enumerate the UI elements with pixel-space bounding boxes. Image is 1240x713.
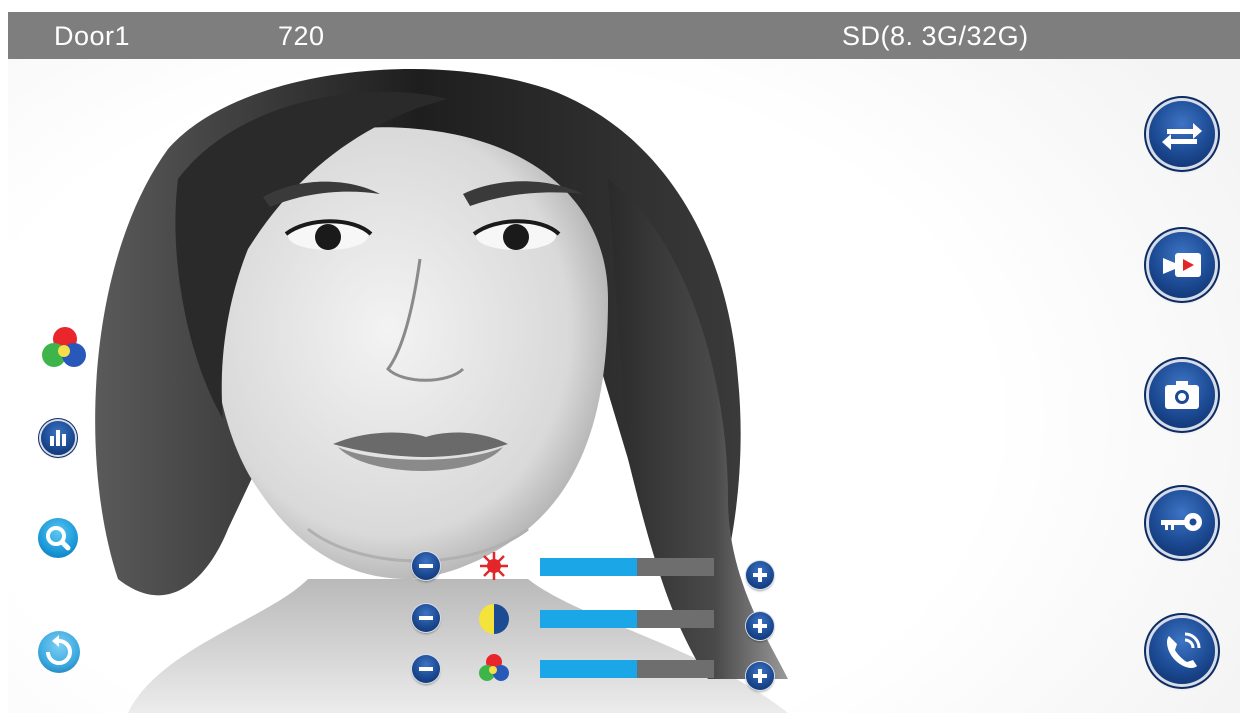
brightness-increase-button[interactable] (746, 561, 774, 589)
brightness-icon (476, 548, 512, 584)
color-increase-button[interactable] (746, 662, 774, 690)
plus-icon (753, 669, 767, 683)
photo-camera-icon (1165, 381, 1199, 409)
contrast-slider[interactable] (540, 610, 714, 628)
color-saturation-slider-fill (540, 660, 638, 678)
contrast-decrease-button[interactable] (412, 604, 440, 632)
contrast-icon (476, 601, 512, 637)
color-adjust-button[interactable] (40, 325, 86, 367)
plus-icon (753, 619, 767, 633)
color-decrease-button[interactable] (412, 655, 440, 683)
key-icon (1161, 513, 1202, 531)
brightness-decrease-button[interactable] (412, 552, 440, 580)
color-circles-icon (42, 327, 86, 367)
color-circles-icon (476, 651, 512, 687)
brightness-slider-fill (540, 558, 638, 576)
switch-arrows-icon (1162, 123, 1202, 150)
status-bar: Door1 720 SD(8. 3G/32G) (8, 12, 1240, 59)
color-saturation-slider[interactable] (540, 660, 714, 678)
minus-icon (419, 564, 433, 568)
phone-call-icon (1167, 632, 1201, 668)
intercom-screen: Door1 720 SD(8. 3G/32G) (0, 0, 1240, 713)
plus-icon (753, 568, 767, 582)
contrast-increase-button[interactable] (746, 612, 774, 640)
return-arrow-icon (46, 635, 72, 665)
unlock-button[interactable] (1149, 490, 1215, 556)
door-label: Door1 (54, 21, 131, 51)
magnifier-icon (46, 526, 71, 551)
equalizer-button[interactable] (41, 421, 75, 455)
switch-camera-button[interactable] (1149, 101, 1215, 167)
call-button[interactable] (1149, 618, 1215, 684)
contrast-slider-fill (540, 610, 638, 628)
minus-icon (419, 616, 433, 620)
equalizer-icon (50, 430, 66, 446)
snapshot-button[interactable] (1149, 362, 1215, 428)
minus-icon (419, 667, 433, 671)
brightness-slider[interactable] (540, 558, 714, 576)
zoom-button[interactable] (38, 518, 78, 558)
resolution-label: 720 (278, 21, 325, 51)
storage-status: SD(8. 3G/32G) (842, 21, 1029, 51)
back-button[interactable] (38, 631, 80, 673)
video-camera-icon (1163, 253, 1201, 277)
record-video-button[interactable] (1149, 232, 1215, 298)
